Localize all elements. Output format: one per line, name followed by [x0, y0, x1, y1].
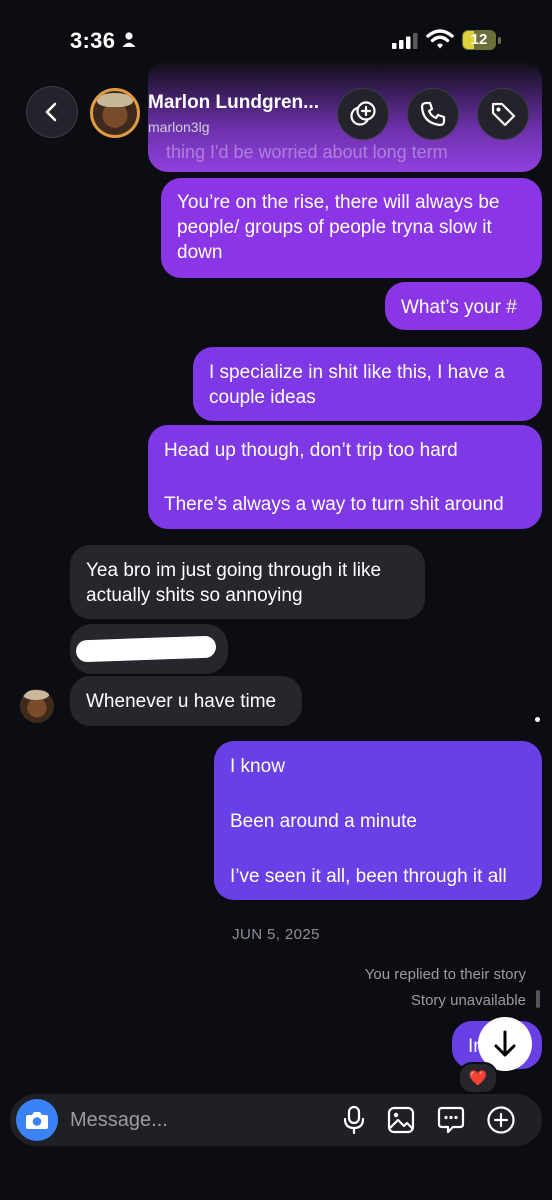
phone-icon	[420, 101, 446, 127]
message-input[interactable]	[70, 1107, 320, 1133]
message-bubble-incoming[interactable]: Yea bro im just going through it like ac…	[70, 545, 425, 619]
scroll-indicator	[536, 990, 540, 1008]
camera-icon	[26, 1112, 48, 1129]
arrow-down-icon	[494, 1030, 516, 1057]
message-bubble-outgoing[interactable]: I know Been around a minute I’ve seen it…	[214, 741, 542, 900]
message-bubble-outgoing[interactable]: What’s your #	[385, 282, 542, 330]
sender-avatar[interactable]	[20, 689, 54, 723]
sticker-add-icon	[350, 101, 376, 126]
message-bubble-outgoing[interactable]: I specialize in shit like this, I have a…	[193, 347, 542, 421]
stickers-composer-button[interactable]	[434, 1103, 468, 1137]
status-time: 3:36	[70, 28, 116, 53]
tag-button[interactable]	[477, 88, 529, 140]
seen-indicator-dot	[535, 717, 540, 722]
contact-handle[interactable]: marlon3lg	[148, 119, 209, 135]
story-reply-note: You replied to their story	[364, 966, 526, 983]
wifi-icon	[426, 29, 454, 49]
redacted-message-bubble	[70, 624, 228, 674]
chevron-left-icon	[45, 102, 57, 122]
camera-button[interactable]	[16, 1099, 58, 1141]
back-button[interactable]	[26, 86, 78, 138]
message-bubble-incoming[interactable]: Whenever u have time	[70, 676, 302, 726]
cellular-signal-icon	[392, 33, 418, 49]
stickers-button[interactable]	[337, 88, 389, 140]
message-bubble-outgoing[interactable]: Head up though, don’t trip too hard Ther…	[148, 425, 542, 529]
add-button[interactable]	[484, 1103, 518, 1137]
image-icon	[387, 1106, 415, 1134]
story-unavailable-note: Story unavailable	[410, 992, 526, 1009]
message-bubble-outgoing[interactable]: You’re on the rise, there will always be…	[161, 178, 542, 278]
voice-message-button[interactable]	[337, 1103, 371, 1137]
call-button[interactable]	[407, 88, 459, 140]
contact-avatar[interactable]	[90, 88, 140, 138]
contact-name[interactable]: Marlon Lundgren...	[148, 92, 319, 114]
battery-level: 12	[470, 31, 488, 48]
date-separator: JUN 5, 2025	[232, 926, 320, 943]
tag-icon	[491, 102, 516, 127]
chat-bubble-icon	[437, 1106, 465, 1134]
faded-message-text: thing I'd be worried about long term	[166, 142, 448, 162]
person-icon	[122, 32, 136, 47]
gallery-button[interactable]	[384, 1103, 418, 1137]
plus-circle-icon	[487, 1106, 515, 1134]
battery-indicator: 12	[462, 30, 502, 50]
heart-reaction[interactable]: ❤️	[458, 1062, 498, 1094]
microphone-icon	[343, 1105, 365, 1135]
heart-icon: ❤️	[468, 1070, 488, 1087]
